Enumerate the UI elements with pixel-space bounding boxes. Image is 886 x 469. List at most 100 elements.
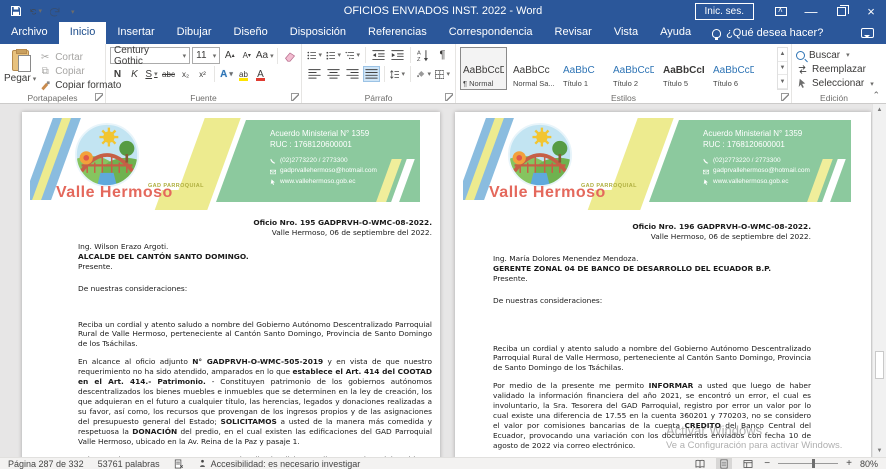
- justify-button[interactable]: [363, 66, 380, 82]
- zoom-in-button[interactable]: +: [846, 459, 852, 469]
- paste-button[interactable]: Pegar: [4, 47, 36, 90]
- ribbon-display-options-icon[interactable]: [766, 0, 796, 22]
- clipboard-dialog-launcher[interactable]: [95, 93, 103, 101]
- scrollbar-thumb[interactable]: [875, 351, 884, 379]
- paragraph: Por medio de la presente me permito INFO…: [493, 381, 811, 450]
- increase-indent-button[interactable]: [389, 47, 406, 63]
- highlight-button[interactable]: ab: [236, 66, 251, 82]
- underline-button[interactable]: S: [144, 66, 159, 82]
- ribbon: Pegar ✂Cortar ⧉Copiar Copiar formato Por…: [0, 44, 886, 104]
- paragraph-dialog-launcher[interactable]: [445, 93, 453, 101]
- word-count[interactable]: 53761 palabras: [98, 459, 160, 469]
- scroll-up-icon[interactable]: ▲: [873, 104, 886, 116]
- text-effects-button[interactable]: A: [219, 66, 234, 82]
- style-titulo2[interactable]: AaBbCcD Título 2: [610, 47, 657, 90]
- collapse-ribbon-icon[interactable]: ⌃: [872, 90, 880, 101]
- print-layout-icon[interactable]: [716, 458, 732, 469]
- tab-diseno[interactable]: Diseño: [223, 22, 279, 44]
- tab-ayuda[interactable]: Ayuda: [649, 22, 702, 44]
- tab-archivo[interactable]: Archivo: [0, 22, 59, 44]
- read-mode-icon[interactable]: [692, 458, 708, 469]
- select-button[interactable]: Seleccionar: [796, 78, 874, 90]
- comments-icon[interactable]: [861, 28, 874, 38]
- tab-insertar[interactable]: Insertar: [106, 22, 165, 44]
- styles-scroll-down-icon[interactable]: ▼: [778, 62, 787, 76]
- oficio-date: Valle Hermoso, 06 de septiembre del 2022…: [78, 228, 432, 238]
- bold-button[interactable]: N: [110, 66, 125, 82]
- select-pointer-icon: [796, 78, 808, 90]
- change-case-button[interactable]: Aa: [256, 48, 273, 64]
- tell-me-box[interactable]: ¿Qué desea hacer?: [702, 22, 833, 44]
- strikethrough-button[interactable]: abc: [161, 66, 176, 82]
- replace-button[interactable]: Reemplazar: [796, 63, 874, 75]
- shrink-font-button[interactable]: A▾: [239, 48, 254, 64]
- tab-dibujar[interactable]: Dibujar: [166, 22, 223, 44]
- vertical-scrollbar[interactable]: ▲ ▼: [872, 104, 886, 457]
- tab-referencias[interactable]: Referencias: [357, 22, 438, 44]
- styles-dialog-launcher[interactable]: [781, 93, 789, 101]
- quick-access-toolbar: [0, 5, 75, 18]
- restore-icon[interactable]: [826, 0, 856, 22]
- font-size-combo[interactable]: 11: [192, 47, 220, 64]
- customize-qat-icon[interactable]: [69, 5, 75, 17]
- font-color-button[interactable]: A: [253, 66, 268, 82]
- close-icon[interactable]: ×: [856, 0, 886, 22]
- save-icon[interactable]: [9, 5, 22, 18]
- subscript-button[interactable]: x₂: [178, 66, 193, 82]
- recipient-city: Presente.: [493, 274, 811, 284]
- zoom-slider[interactable]: [778, 463, 838, 464]
- sort-button[interactable]: [415, 47, 432, 63]
- phone-icon: [270, 158, 276, 164]
- oficio-number: Oficio Nro. 196 GADPRVH-O-WMC-08-2022.: [493, 222, 811, 232]
- style-titulo1[interactable]: AaBbC Título 1: [560, 47, 607, 90]
- zoom-level[interactable]: 80%: [860, 459, 878, 469]
- font-dialog-launcher[interactable]: [291, 93, 299, 101]
- bullets-button[interactable]: [306, 47, 323, 63]
- page-indicator[interactable]: Página 287 de 332: [8, 459, 84, 469]
- tab-inicio[interactable]: Inicio: [59, 22, 107, 44]
- decrease-indent-button[interactable]: [370, 47, 387, 63]
- line-spacing-button[interactable]: [389, 66, 406, 82]
- tab-revisar[interactable]: Revisar: [544, 22, 603, 44]
- styles-scroll-up-icon[interactable]: ▲: [778, 48, 787, 62]
- italic-button[interactable]: K: [127, 66, 142, 82]
- format-painter-icon: [39, 79, 51, 91]
- tab-vista[interactable]: Vista: [603, 22, 649, 44]
- proofing-icon[interactable]: [174, 459, 184, 469]
- shading-button[interactable]: [415, 66, 432, 82]
- multilevel-list-button[interactable]: [344, 47, 361, 63]
- tab-correspondencia[interactable]: Correspondencia: [438, 22, 544, 44]
- align-center-button[interactable]: [325, 66, 342, 82]
- scroll-down-icon[interactable]: ▼: [873, 445, 886, 457]
- style-titulo5[interactable]: AaBbCcI Título 5: [660, 47, 707, 90]
- redo-icon[interactable]: [49, 5, 62, 18]
- borders-button[interactable]: [434, 66, 451, 82]
- sign-in-button[interactable]: Inic. ses.: [695, 3, 754, 20]
- numbering-button[interactable]: [325, 47, 342, 63]
- grow-font-button[interactable]: A▴: [222, 48, 237, 64]
- web-layout-icon[interactable]: [740, 458, 756, 469]
- tab-disposicion[interactable]: Disposición: [279, 22, 357, 44]
- cursor-icon: [270, 179, 276, 185]
- ruc: RUC : 1768120600001: [270, 140, 410, 151]
- undo-icon[interactable]: [29, 5, 42, 18]
- minimize-icon[interactable]: —: [796, 0, 826, 22]
- zoom-slider-thumb[interactable]: [812, 459, 815, 468]
- document-page-2[interactable]: Acuerdo Ministerial N° 1359 RUC : 176812…: [455, 112, 871, 457]
- font-family-combo[interactable]: Century Gothic: [110, 47, 190, 64]
- clear-formatting-button[interactable]: [282, 48, 297, 64]
- superscript-button[interactable]: x²: [195, 66, 210, 82]
- document-page-1[interactable]: Acuerdo Ministerial N° 1359 RUC : 176812…: [22, 112, 440, 457]
- accessibility-status[interactable]: Accesibilidad: es necesario investigar: [198, 459, 361, 469]
- zoom-out-button[interactable]: −: [764, 459, 770, 469]
- oficio-number: Oficio Nro. 195 GADPRVH-O-WMC-08-2022.: [78, 218, 432, 228]
- recipient-city: Presente.: [78, 262, 432, 272]
- style-normal-sa[interactable]: AaBbCc Normal Sa...: [510, 47, 557, 90]
- align-left-button[interactable]: [306, 66, 323, 82]
- style-normal[interactable]: AaBbCcD ¶ Normal: [460, 47, 507, 90]
- find-button[interactable]: Buscar: [796, 49, 874, 61]
- style-titulo6[interactable]: AaBbCcDc Título 6: [710, 47, 757, 90]
- show-marks-button[interactable]: ¶: [434, 47, 451, 63]
- align-right-button[interactable]: [344, 66, 361, 82]
- styles-more-icon[interactable]: ▼: [778, 75, 787, 89]
